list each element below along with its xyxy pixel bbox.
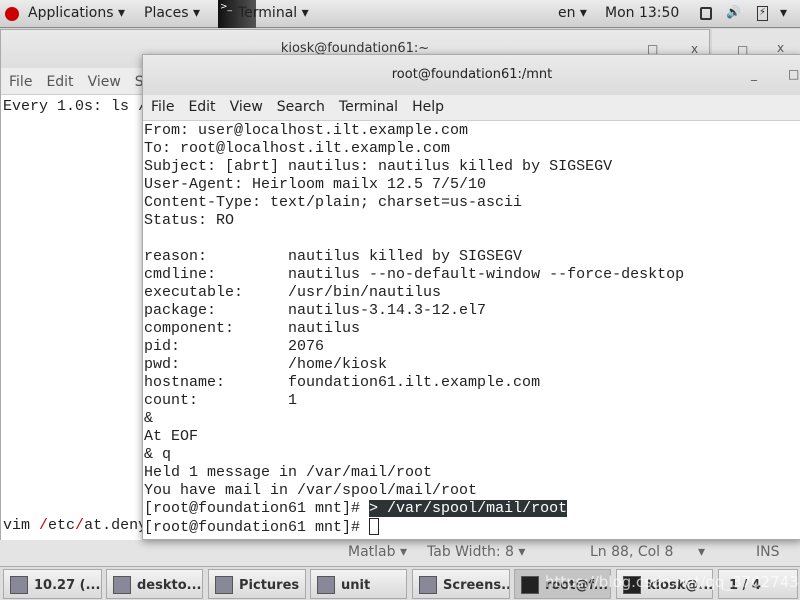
slash: /	[75, 517, 85, 534]
volume-icon[interactable]: 🔊	[726, 5, 741, 19]
cursor	[369, 518, 380, 535]
minimize-button[interactable]: _	[751, 67, 757, 81]
top-bar: Applications ▾ Places ▾ >_ Terminal ▾ en…	[0, 0, 800, 28]
close-button[interactable]: x	[777, 41, 784, 55]
menu-view[interactable]: View	[230, 99, 263, 115]
text: vim	[3, 517, 40, 534]
root-title: root@foundation61:/mnt	[143, 55, 800, 95]
task-label: deskto...	[137, 578, 202, 593]
terminal-line: pid: 2076	[144, 338, 325, 355]
system-menu-arrow[interactable]: ▾	[780, 5, 787, 21]
selected-text[interactable]: > /var/spool/mail/root	[369, 500, 568, 517]
task-unit[interactable]: unit	[310, 569, 407, 599]
terminal-line: Held 1 message in /var/mail/root	[144, 464, 433, 481]
terminal-line: User-Agent: Heirloom mailx 12.5 7/5/10	[144, 176, 487, 193]
computer-icon	[113, 576, 131, 594]
gedit-statusbar: Matlab ▾ Tab Width: 8 ▾ Ln 88, Col 8 ▾ I…	[0, 540, 800, 566]
terminal-line: component: nautilus	[144, 320, 361, 337]
menu-file[interactable]: File	[9, 74, 32, 90]
watermark: https://blog.csdn.net/qq_37027438	[545, 573, 800, 591]
redhat-logo-icon	[5, 7, 19, 21]
prompt-line: [root@foundation61 mnt]#	[144, 518, 380, 537]
terminal-line: executable: /usr/bin/nautilus	[144, 284, 442, 301]
folder-icon	[317, 576, 335, 594]
prompt: [root@foundation61 mnt]#	[144, 519, 370, 536]
terminal-line: At EOF	[144, 428, 199, 445]
language-selector[interactable]: Matlab ▾	[348, 544, 407, 560]
terminal-line: Content-Type: text/plain; charset=us-asc…	[144, 194, 523, 211]
places-menu[interactable]: Places ▾	[144, 5, 200, 21]
clock[interactable]: Mon 13:50	[605, 5, 679, 21]
prompt-line: [root@foundation61 mnt]# > /var/spool/ma…	[144, 500, 568, 518]
terminal-output[interactable]: From: user@localhost.ilt.example.com To: …	[144, 122, 684, 500]
terminal-line: & q	[144, 446, 172, 463]
tab-width-selector[interactable]: Tab Width: 8 ▾	[427, 544, 525, 560]
task-screenshot[interactable]: Screens...	[412, 569, 510, 599]
menu-view[interactable]: View	[88, 74, 121, 90]
task-label: Screens...	[443, 578, 510, 593]
task-label: 10.27 (...	[34, 578, 101, 593]
terminal-line: From: user@localhost.ilt.example.com	[144, 122, 469, 139]
text: etc	[48, 517, 76, 534]
task-pictures[interactable]: Pictures	[208, 569, 306, 599]
insert-mode: INS	[756, 544, 780, 560]
task-desktop[interactable]: deskto...	[106, 569, 203, 599]
position-arrow[interactable]: ▾	[698, 544, 705, 560]
terminal-line: count: 1	[144, 392, 298, 409]
terminal-line: package: nautilus-3.14.3-12.el7	[144, 302, 487, 319]
maximize-button[interactable]: □	[788, 67, 799, 81]
terminal-line: pwd: /home/kiosk	[144, 356, 388, 373]
task-label: Pictures	[239, 578, 300, 593]
applications-menu[interactable]: Applications ▾	[28, 5, 125, 21]
watch-output: Every 1.0s: ls /	[3, 98, 148, 115]
folder-icon	[215, 576, 233, 594]
display-icon[interactable]	[700, 7, 712, 20]
terminal-app-menu[interactable]: Terminal ▾	[238, 5, 309, 21]
screenshot-icon	[419, 576, 437, 594]
task-gedit[interactable]: 10.27 (...	[3, 569, 102, 599]
slash: /	[39, 517, 49, 534]
menu-terminal[interactable]: Terminal	[339, 99, 398, 115]
prompt: [root@foundation61 mnt]#	[144, 500, 370, 517]
terminal-line: Status: RO	[144, 212, 235, 229]
taskbar: 10.27 (... deskto... Pictures unit Scree…	[0, 566, 800, 600]
menu-help[interactable]: Help	[412, 99, 444, 115]
terminal-line: &	[144, 410, 154, 427]
menu-edit[interactable]: Edit	[188, 99, 215, 115]
terminal-line: hostname: foundation61.ilt.example.com	[144, 374, 541, 391]
task-label: unit	[341, 578, 371, 593]
menu-search[interactable]: Search	[277, 99, 325, 115]
cursor-position: Ln 88, Col 8	[590, 544, 674, 560]
root-terminal-window[interactable]: root@foundation61:/mnt _ □ File Edit View S…	[142, 54, 800, 540]
terminal-line: reason: nautilus killed by SIGSEGV	[144, 248, 523, 265]
terminal-line: Subject: [abrt] nautilus: nautilus kille…	[144, 158, 613, 175]
menu-file[interactable]: File	[151, 99, 174, 115]
terminal-line: cmdline: nautilus --no-default-window --…	[144, 266, 685, 283]
language-selector[interactable]: en ▾	[558, 5, 587, 21]
vim-command-line: vim /etc/at.deny	[3, 517, 147, 535]
terminal-line: To: root@localhost.ilt.example.com	[144, 140, 451, 157]
menu-edit[interactable]: Edit	[46, 74, 73, 90]
terminal-line: You have mail in /var/spool/mail/root	[144, 482, 478, 499]
text-editor-icon	[10, 576, 28, 594]
battery-icon[interactable]: ⚡	[757, 6, 768, 21]
text: at.deny	[84, 517, 148, 534]
root-menubar: File Edit View Search Terminal Help	[143, 95, 800, 121]
terminal-icon	[521, 576, 539, 594]
